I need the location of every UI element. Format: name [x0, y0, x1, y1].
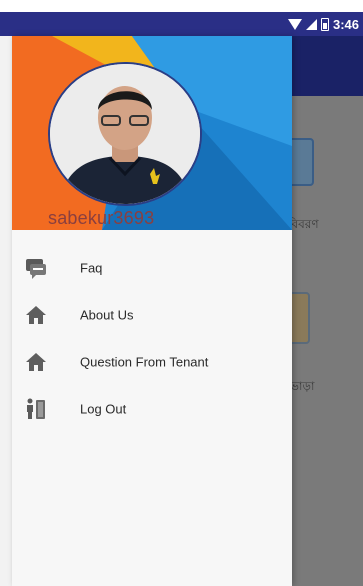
background-label: ভাড়া [290, 379, 315, 393]
menu-item-label: Question From Tenant [80, 354, 209, 369]
home-icon [26, 305, 46, 324]
battery-icon [320, 17, 329, 31]
user-photo [50, 64, 200, 204]
menu-item-label: About Us [80, 307, 134, 322]
top-strip [0, 0, 363, 12]
drawer-menu: Faq About Us Question From Tenant Log Ou… [12, 244, 292, 432]
faq-icon [26, 258, 46, 279]
logout-icon [27, 398, 45, 419]
menu-item-label: Log Out [80, 401, 127, 416]
app-screen: 3:46 বিবরণ ভাড়া sabekur3693 Faq About U… [0, 0, 363, 586]
background-content[interactable]: বিবরণ ভাড়া [288, 96, 363, 586]
avatar[interactable] [48, 62, 202, 206]
background-app-bar [292, 36, 363, 96]
menu-item-question-from-tenant[interactable]: Question From Tenant [12, 338, 292, 385]
background-label: বিবরণ [288, 217, 319, 231]
wifi-icon [287, 18, 302, 30]
signal-icon [305, 18, 317, 30]
menu-item-about-us[interactable]: About Us [12, 291, 292, 338]
navigation-drawer: sabekur3693 Faq About Us Question From T… [12, 36, 292, 586]
menu-item-log-out[interactable]: Log Out [12, 385, 292, 432]
status-time: 3:46 [332, 16, 359, 32]
status-icons: 3:46 [287, 14, 359, 34]
home-icon [26, 352, 46, 371]
menu-item-label: Faq [80, 260, 103, 275]
drawer-header: sabekur3693 [12, 36, 292, 230]
menu-item-faq[interactable]: Faq [12, 244, 292, 291]
username: sabekur3693 [48, 208, 155, 228]
